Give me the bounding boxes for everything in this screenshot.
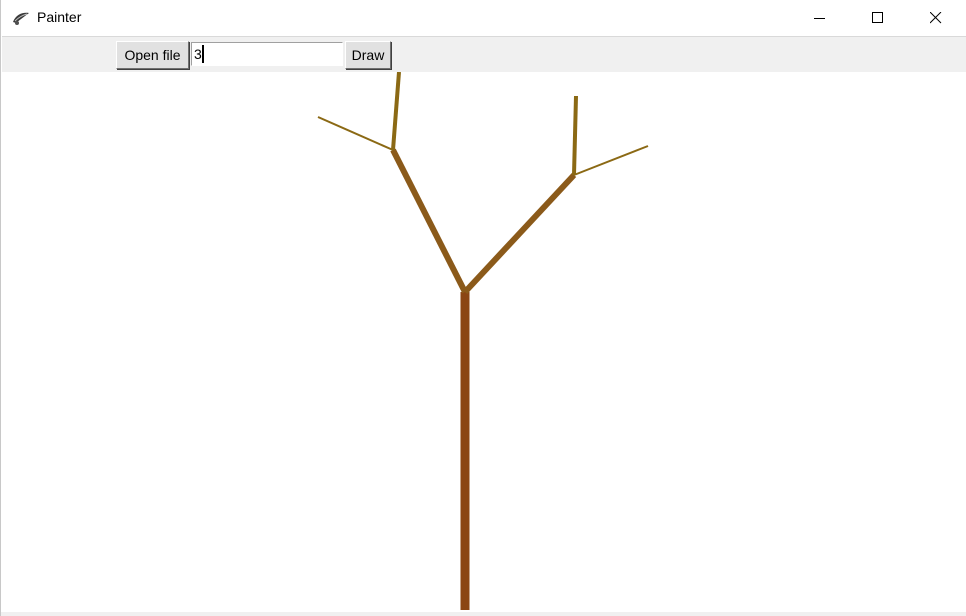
minimize-icon — [814, 18, 825, 19]
window-title: Painter — [37, 9, 82, 25]
close-button[interactable] — [907, 0, 965, 36]
depth-input[interactable]: 3 — [191, 42, 343, 66]
toolbar: Open file 3 Draw — [2, 36, 966, 72]
painter-window: Painter Open file 3 Draw — [0, 0, 966, 616]
branch-left — [390, 148, 468, 294]
twig-left-up — [391, 71, 401, 151]
title-bar[interactable]: Painter — [1, 0, 966, 36]
drawing-canvas[interactable] — [2, 71, 966, 612]
open-file-button[interactable]: Open file — [116, 41, 189, 69]
draw-button[interactable]: Draw — [345, 41, 391, 69]
twig-left-side — [317, 116, 394, 151]
depth-input-value: 3 — [194, 46, 202, 62]
maximize-button[interactable] — [849, 0, 907, 36]
minimize-button[interactable] — [791, 0, 849, 36]
text-caret — [201, 45, 204, 64]
feather-tk-icon — [11, 8, 31, 28]
twig-right-up — [572, 95, 578, 176]
tree-drawing — [317, 71, 649, 610]
maximize-icon — [872, 12, 883, 23]
branch-right — [462, 172, 577, 295]
window-bottom-edge — [1, 612, 966, 616]
close-icon — [930, 12, 942, 24]
twig-right-side — [573, 145, 649, 176]
